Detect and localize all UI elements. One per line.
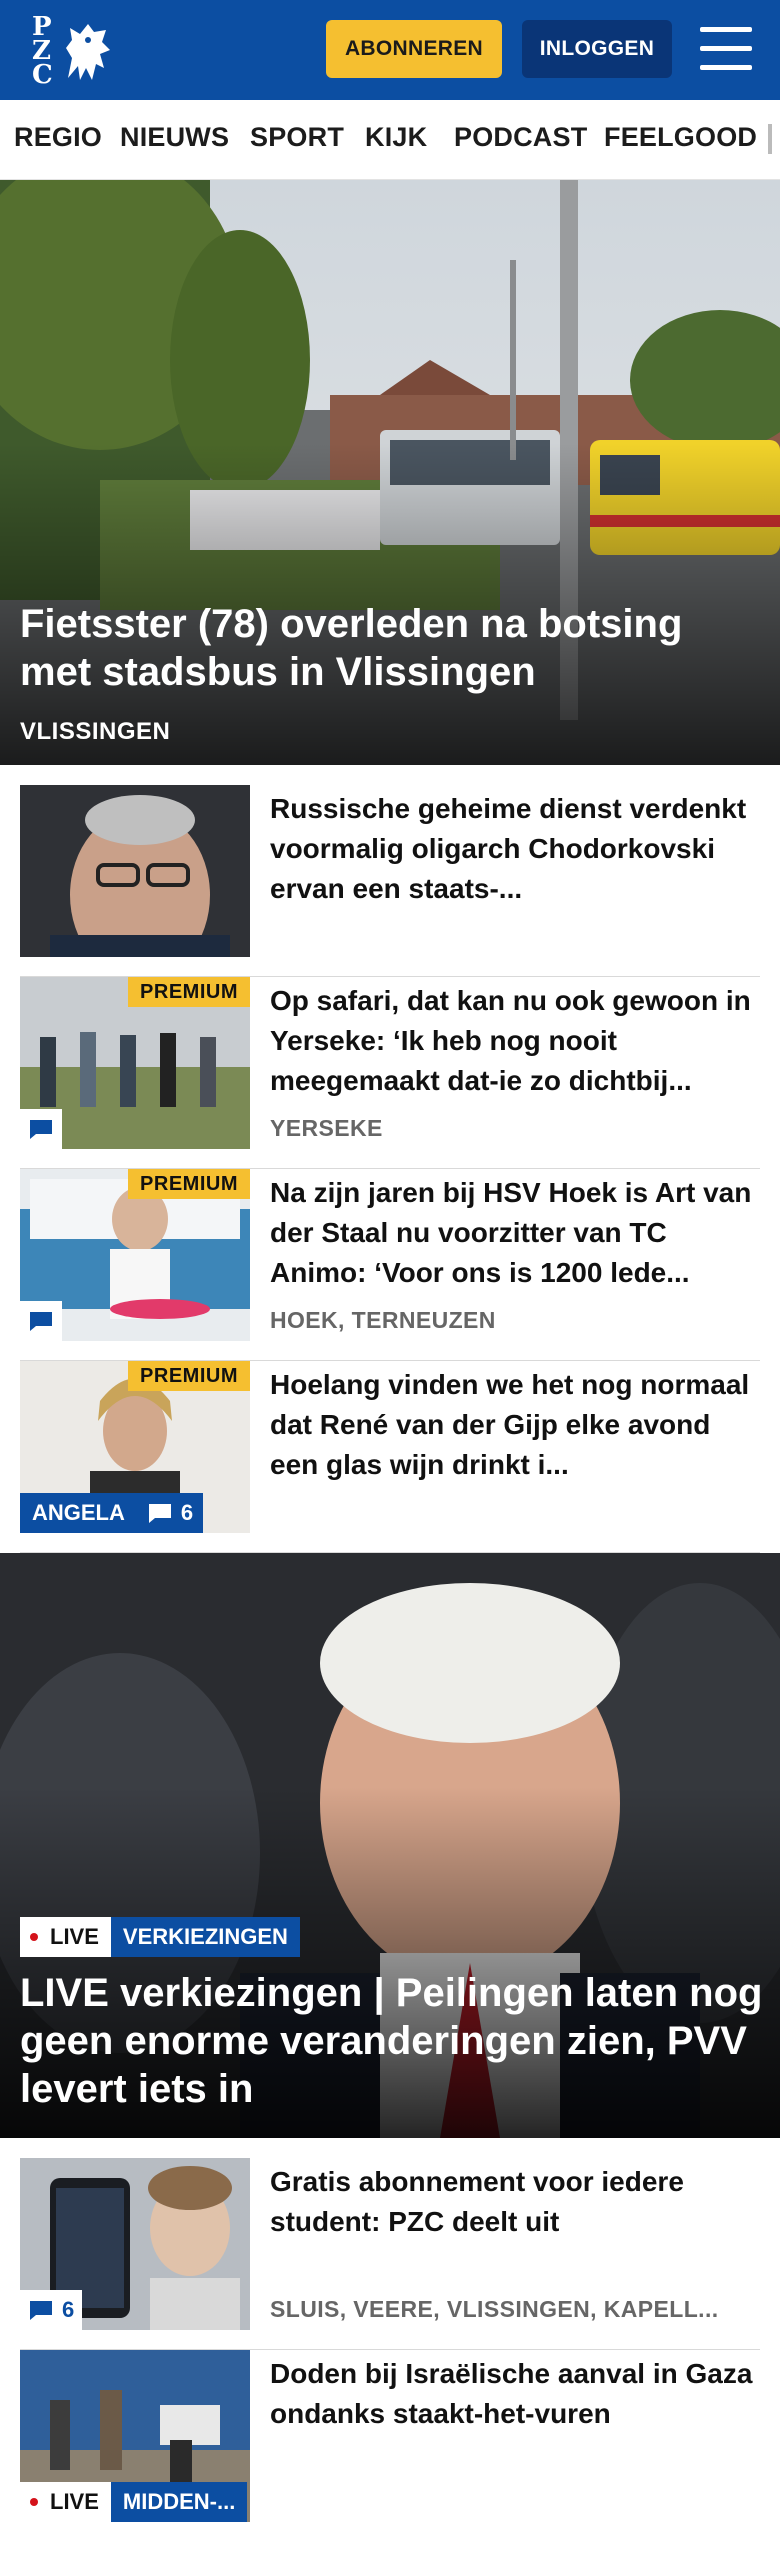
comment-icon — [28, 1118, 54, 1140]
logo-letter-c: C — [32, 60, 53, 90]
hero-title[interactable]: Fietsster (78) overleden na botsing met … — [20, 600, 760, 696]
hamburger-menu-icon[interactable] — [700, 27, 752, 71]
site-header: P Z C ABONNEREN INLOGGEN — [0, 0, 780, 100]
live-label: LIVE — [50, 1924, 99, 1949]
comments-count: 6 — [62, 2297, 75, 2322]
article-tags: ANGELA 6 — [20, 1493, 204, 1533]
comment-icon — [28, 1310, 54, 1332]
list-item[interactable]: PREMIUM Op safari, dat kan nu ook gewoon… — [20, 977, 760, 1169]
comments-badge[interactable]: 6 — [20, 2290, 83, 2330]
nav-item-podcast[interactable]: PODCAST — [454, 122, 587, 153]
nav-item-regio[interactable]: REGIO — [14, 122, 102, 153]
list-item[interactable]: LIVE MIDDEN-... Doden bij Israëlische aa… — [20, 2350, 760, 2542]
comments-badge[interactable] — [20, 1301, 62, 1341]
article-thumbnail: PREMIUM — [20, 1169, 250, 1341]
article-thumbnail: LIVE MIDDEN-... — [20, 2350, 250, 2522]
live-label: LIVE — [50, 2489, 99, 2514]
article-location: SLUIS, VEERE, VLISSINGEN, KAPELL... — [270, 2296, 719, 2322]
login-button[interactable]: INLOGGEN — [522, 20, 672, 78]
article-title[interactable]: Hoelang vinden we het nog normaal dat Re… — [270, 1365, 760, 1485]
live-badge: LIVE — [20, 2482, 111, 2522]
nav-item-sport[interactable]: SPORT — [250, 122, 344, 153]
article-location: HOEK, TERNEUZEN — [270, 1307, 496, 1333]
list-item[interactable]: PREMIUM Na zijn jaren bij HSV Hoek is Ar… — [20, 1169, 760, 1361]
article-title[interactable]: Russische geheime dienst verdenkt voorma… — [270, 789, 760, 909]
live-hero-article[interactable]: LIVE VERKIEZINGEN LIVE verkiezingen | Pe… — [0, 1553, 780, 2138]
list-item[interactable]: Russische geheime dienst verdenkt voorma… — [20, 785, 760, 977]
nav-item-nieuws[interactable]: NIEUWS — [120, 122, 229, 153]
hero-location: VLISSINGEN — [20, 718, 171, 745]
comment-icon — [28, 2299, 54, 2321]
live-badge: LIVE — [20, 1917, 111, 1957]
section-nav: REGIO NIEUWS SPORT KIJK PODCAST FEELGOOD — [0, 100, 780, 180]
live-hero-title[interactable]: LIVE verkiezingen | Peilingen laten nog … — [20, 1969, 770, 2113]
article-title[interactable]: Doden bij Israëlische aanval in Gaza ond… — [270, 2354, 760, 2434]
category-tag[interactable]: MIDDEN-... — [110, 2482, 248, 2522]
subscribe-button[interactable]: ABONNEREN — [326, 20, 502, 78]
lion-emblem-icon — [66, 24, 110, 80]
live-dot-icon — [30, 1933, 38, 1941]
premium-badge: PREMIUM — [128, 1361, 250, 1391]
nav-item-kijk[interactable]: KIJK — [365, 122, 427, 153]
article-tags: LIVE MIDDEN-... — [20, 2482, 248, 2522]
comments-count: 6 — [180, 1500, 194, 1525]
comments-badge[interactable] — [20, 1109, 62, 1149]
comment-icon — [147, 1502, 173, 1524]
nav-overflow-indicator — [768, 124, 772, 154]
comments-badge[interactable]: 6 — [136, 1493, 204, 1533]
article-thumbnail: PREMIUM — [20, 977, 250, 1149]
live-tags: LIVE VERKIEZINGEN — [20, 1917, 300, 1957]
nav-item-feelgood[interactable]: FEELGOOD — [604, 122, 757, 153]
list-item[interactable]: 6 Gratis abonnement voor iedere student:… — [20, 2158, 760, 2350]
article-title[interactable]: Na zijn jaren bij HSV Hoek is Art van de… — [270, 1173, 760, 1293]
article-thumbnail: PREMIUM ANGELA 6 — [20, 1361, 250, 1533]
premium-badge: PREMIUM — [128, 977, 250, 1007]
pzc-logo[interactable]: P Z C — [28, 12, 114, 88]
author-tag[interactable]: ANGELA — [20, 1493, 137, 1533]
article-title[interactable]: Gratis abonnement voor iedere student: P… — [270, 2162, 760, 2242]
article-title[interactable]: Op safari, dat kan nu ook gewoon in Yers… — [270, 981, 760, 1101]
category-tag[interactable]: VERKIEZINGEN — [110, 1917, 300, 1957]
article-thumbnail — [20, 785, 250, 957]
article-thumbnail: 6 — [20, 2158, 250, 2330]
article-location: YERSEKE — [270, 1115, 383, 1141]
hero-article[interactable]: Fietsster (78) overleden na botsing met … — [0, 180, 780, 765]
list-item[interactable]: PREMIUM ANGELA 6 Hoelang vinden we het n… — [20, 1361, 760, 1553]
live-dot-icon — [30, 2498, 38, 2506]
premium-badge: PREMIUM — [128, 1169, 250, 1199]
